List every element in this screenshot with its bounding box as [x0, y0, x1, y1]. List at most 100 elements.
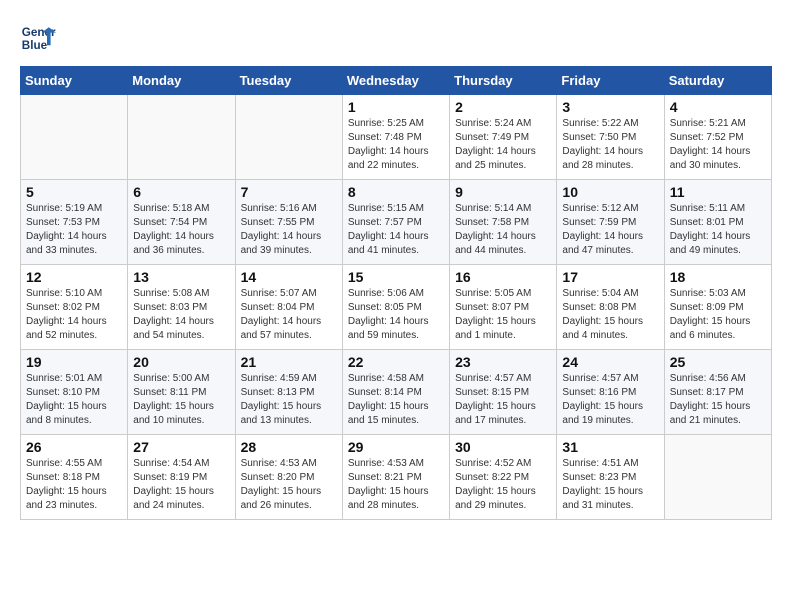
day-number: 18: [670, 269, 766, 285]
day-number: 7: [241, 184, 337, 200]
day-info: Sunrise: 4:58 AM Sunset: 8:14 PM Dayligh…: [348, 372, 444, 428]
day-info: Sunrise: 5:15 AM Sunset: 7:57 PM Dayligh…: [348, 202, 444, 258]
calendar-cell: 19Sunrise: 5:01 AM Sunset: 8:10 PM Dayli…: [21, 350, 128, 435]
calendar-cell: 14 Sunrise: 5:07 AM Sunset: 8:04 PM Dayli…: [235, 265, 342, 350]
day-info: Sunrise: 4:59 AM Sunset: 8:13 PM Dayligh…: [241, 372, 337, 428]
calendar-cell: 9Sunrise: 5:14 AM Sunset: 7:58 PM Daylig…: [450, 180, 557, 265]
calendar-cell: 1 Sunrise: 5:25 AM Sunset: 7:48 PM Daylig…: [342, 95, 449, 180]
calendar-cell: 24 Sunrise: 4:57 AM Sunset: 8:16 PM Dayli…: [557, 350, 664, 435]
calendar-cell: [664, 435, 771, 520]
day-info: Sunrise: 4:57 AM Sunset: 8:16 PM Dayligh…: [562, 372, 658, 428]
calendar-cell: 20 Sunrise: 5:00 AM Sunset: 8:11 PM Dayli…: [128, 350, 235, 435]
column-header-monday: Monday: [128, 67, 235, 95]
day-number: 15: [348, 269, 444, 285]
day-info: Sunrise: 5:07 AM Sunset: 8:04 PM Dayligh…: [241, 287, 337, 343]
calendar-cell: 23Sunrise: 4:57 AM Sunset: 8:15 PM Dayli…: [450, 350, 557, 435]
day-number: 27: [133, 439, 229, 455]
day-number: 8: [348, 184, 444, 200]
calendar-cell: 4Sunrise: 5:21 AM Sunset: 7:52 PM Daylig…: [664, 95, 771, 180]
day-number: 24: [562, 354, 658, 370]
calendar-cell: 5 Sunrise: 5:19 AM Sunset: 7:53 PM Daylig…: [21, 180, 128, 265]
column-header-tuesday: Tuesday: [235, 67, 342, 95]
svg-text:General: General: [22, 26, 56, 39]
day-number: 6: [133, 184, 229, 200]
day-number: 11: [670, 184, 766, 200]
calendar-week-1: 1 Sunrise: 5:25 AM Sunset: 7:48 PM Daylig…: [21, 95, 772, 180]
calendar-cell: [235, 95, 342, 180]
day-info: Sunrise: 4:53 AM Sunset: 8:21 PM Dayligh…: [348, 457, 444, 513]
calendar-cell: 11 Sunrise: 5:11 AM Sunset: 8:01 PM Dayli…: [664, 180, 771, 265]
day-info: Sunrise: 4:57 AM Sunset: 8:15 PM Dayligh…: [455, 372, 551, 428]
calendar-cell: 8 Sunrise: 5:15 AM Sunset: 7:57 PM Daylig…: [342, 180, 449, 265]
day-number: 28: [241, 439, 337, 455]
day-number: 21: [241, 354, 337, 370]
calendar-cell: 3Sunrise: 5:22 AM Sunset: 7:50 PM Daylig…: [557, 95, 664, 180]
calendar-cell: 2 Sunrise: 5:24 AM Sunset: 7:49 PM Daylig…: [450, 95, 557, 180]
day-number: 26: [26, 439, 122, 455]
day-number: 29: [348, 439, 444, 455]
calendar-cell: 26 Sunrise: 4:55 AM Sunset: 8:18 PM Dayli…: [21, 435, 128, 520]
day-info: Sunrise: 5:24 AM Sunset: 7:49 PM Dayligh…: [455, 117, 551, 173]
column-header-sunday: Sunday: [21, 67, 128, 95]
calendar-cell: 27 Sunrise: 4:54 AM Sunset: 8:19 PM Dayli…: [128, 435, 235, 520]
day-info: Sunrise: 4:51 AM Sunset: 8:23 PM Dayligh…: [562, 457, 658, 513]
calendar-week-4: 19Sunrise: 5:01 AM Sunset: 8:10 PM Dayli…: [21, 350, 772, 435]
day-info: Sunrise: 5:25 AM Sunset: 7:48 PM Dayligh…: [348, 117, 444, 173]
day-info: Sunrise: 4:53 AM Sunset: 8:20 PM Dayligh…: [241, 457, 337, 513]
day-info: Sunrise: 5:06 AM Sunset: 8:05 PM Dayligh…: [348, 287, 444, 343]
day-info: Sunrise: 5:03 AM Sunset: 8:09 PM Dayligh…: [670, 287, 766, 343]
logo: General Blue: [20, 20, 56, 56]
day-info: Sunrise: 5:16 AM Sunset: 7:55 PM Dayligh…: [241, 202, 337, 258]
calendar-cell: 18 Sunrise: 5:03 AM Sunset: 8:09 PM Dayli…: [664, 265, 771, 350]
calendar-cell: 22Sunrise: 4:58 AM Sunset: 8:14 PM Dayli…: [342, 350, 449, 435]
day-info: Sunrise: 5:12 AM Sunset: 7:59 PM Dayligh…: [562, 202, 658, 258]
calendar-cell: [128, 95, 235, 180]
calendar-cell: 28 Sunrise: 4:53 AM Sunset: 8:20 PM Dayli…: [235, 435, 342, 520]
day-number: 12: [26, 269, 122, 285]
day-number: 3: [562, 99, 658, 115]
calendar-week-5: 26 Sunrise: 4:55 AM Sunset: 8:18 PM Dayli…: [21, 435, 772, 520]
calendar-cell: 25 Sunrise: 4:56 AM Sunset: 8:17 PM Dayli…: [664, 350, 771, 435]
day-number: 13: [133, 269, 229, 285]
calendar-table: SundayMondayTuesdayWednesdayThursdayFrid…: [20, 66, 772, 520]
day-number: 30: [455, 439, 551, 455]
day-number: 14: [241, 269, 337, 285]
calendar-cell: 15 Sunrise: 5:06 AM Sunset: 8:05 PM Dayli…: [342, 265, 449, 350]
calendar-week-2: 5 Sunrise: 5:19 AM Sunset: 7:53 PM Daylig…: [21, 180, 772, 265]
day-info: Sunrise: 5:05 AM Sunset: 8:07 PM Dayligh…: [455, 287, 551, 343]
day-info: Sunrise: 4:54 AM Sunset: 8:19 PM Dayligh…: [133, 457, 229, 513]
column-header-thursday: Thursday: [450, 67, 557, 95]
day-info: Sunrise: 5:00 AM Sunset: 8:11 PM Dayligh…: [133, 372, 229, 428]
day-info: Sunrise: 5:04 AM Sunset: 8:08 PM Dayligh…: [562, 287, 658, 343]
day-info: Sunrise: 4:55 AM Sunset: 8:18 PM Dayligh…: [26, 457, 122, 513]
day-info: Sunrise: 4:56 AM Sunset: 8:17 PM Dayligh…: [670, 372, 766, 428]
day-number: 1: [348, 99, 444, 115]
day-number: 19: [26, 354, 122, 370]
day-info: Sunrise: 5:08 AM Sunset: 8:03 PM Dayligh…: [133, 287, 229, 343]
calendar-cell: [21, 95, 128, 180]
day-info: Sunrise: 5:18 AM Sunset: 7:54 PM Dayligh…: [133, 202, 229, 258]
day-number: 16: [455, 269, 551, 285]
calendar-cell: 13 Sunrise: 5:08 AM Sunset: 8:03 PM Dayli…: [128, 265, 235, 350]
calendar-cell: 21 Sunrise: 4:59 AM Sunset: 8:13 PM Dayli…: [235, 350, 342, 435]
day-number: 5: [26, 184, 122, 200]
day-number: 2: [455, 99, 551, 115]
day-number: 17: [562, 269, 658, 285]
day-number: 31: [562, 439, 658, 455]
column-header-saturday: Saturday: [664, 67, 771, 95]
calendar-cell: 29 Sunrise: 4:53 AM Sunset: 8:21 PM Dayli…: [342, 435, 449, 520]
calendar-cell: 10 Sunrise: 5:12 AM Sunset: 7:59 PM Dayli…: [557, 180, 664, 265]
calendar-week-3: 12 Sunrise: 5:10 AM Sunset: 8:02 PM Dayli…: [21, 265, 772, 350]
day-info: Sunrise: 5:11 AM Sunset: 8:01 PM Dayligh…: [670, 202, 766, 258]
day-number: 10: [562, 184, 658, 200]
calendar-cell: 17 Sunrise: 5:04 AM Sunset: 8:08 PM Dayli…: [557, 265, 664, 350]
day-info: Sunrise: 5:14 AM Sunset: 7:58 PM Dayligh…: [455, 202, 551, 258]
day-number: 25: [670, 354, 766, 370]
page-header: General Blue: [20, 20, 772, 56]
column-header-friday: Friday: [557, 67, 664, 95]
header-row: SundayMondayTuesdayWednesdayThursdayFrid…: [21, 67, 772, 95]
day-number: 20: [133, 354, 229, 370]
day-info: Sunrise: 5:10 AM Sunset: 8:02 PM Dayligh…: [26, 287, 122, 343]
calendar-cell: 16 Sunrise: 5:05 AM Sunset: 8:07 PM Dayli…: [450, 265, 557, 350]
day-info: Sunrise: 5:19 AM Sunset: 7:53 PM Dayligh…: [26, 202, 122, 258]
